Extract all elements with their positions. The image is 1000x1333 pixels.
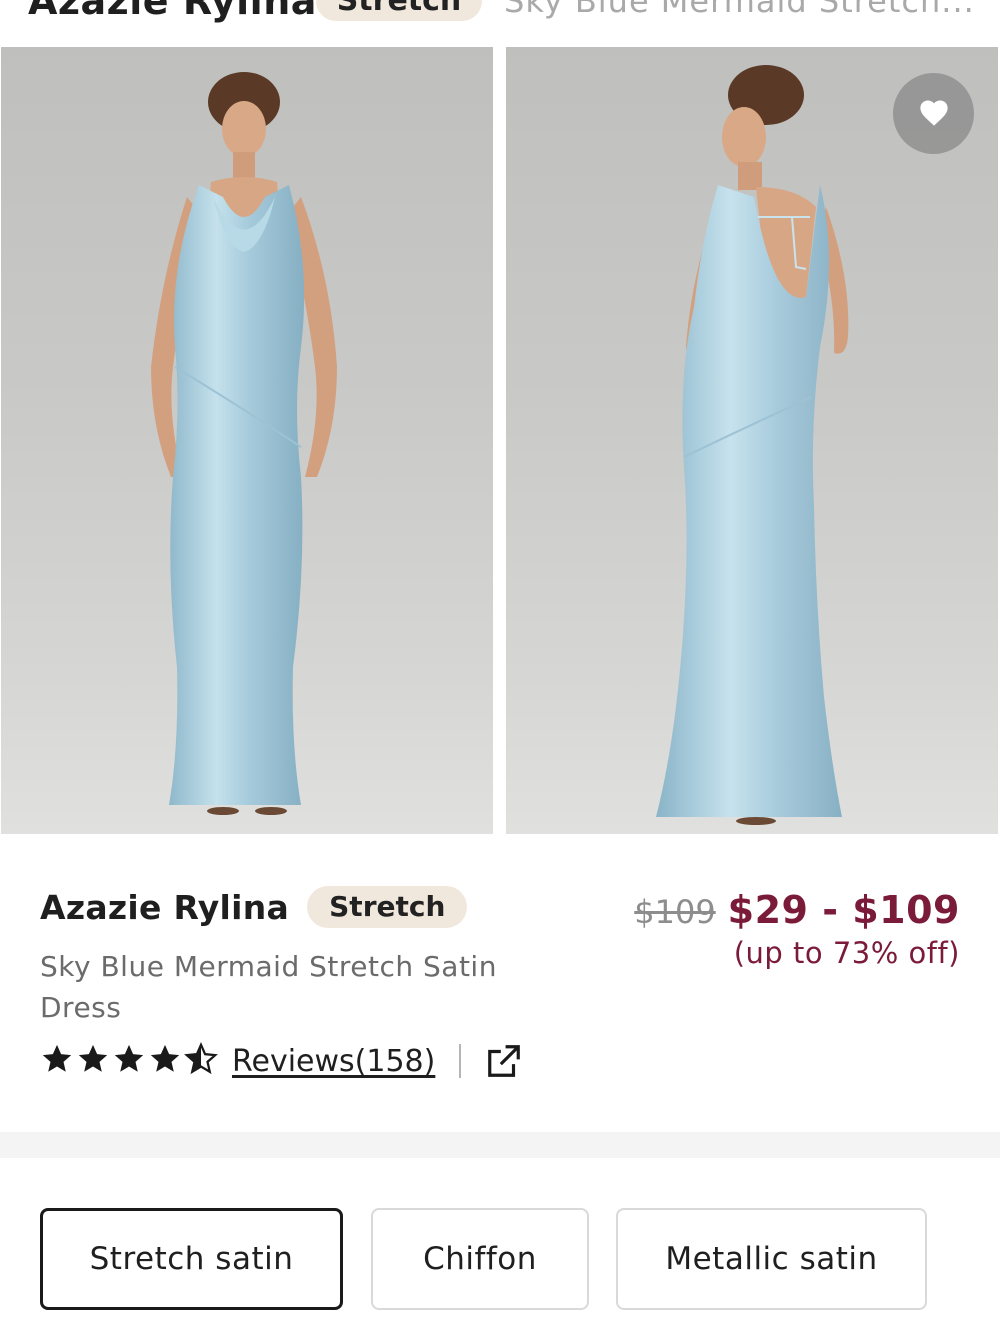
sticky-header: Azazie Rylina Stretch Sky Blue Mermaid S… bbox=[0, 0, 1000, 24]
reviews-link[interactable]: Reviews(158) bbox=[232, 1044, 435, 1079]
fabric-options: Stretch satin Chiffon Metallic satin bbox=[0, 1208, 1000, 1310]
star-full-icon bbox=[112, 1042, 148, 1080]
discount-label: (up to 73% off) bbox=[733, 936, 960, 970]
share-external-icon[interactable] bbox=[485, 1042, 523, 1080]
product-brand-name: Azazie Rylina bbox=[40, 887, 290, 927]
fabric-option-label: Stretch satin bbox=[89, 1241, 294, 1277]
star-half-icon bbox=[184, 1042, 220, 1080]
fabric-option-stretch-satin[interactable]: Stretch satin bbox=[40, 1208, 343, 1310]
divider bbox=[459, 1044, 462, 1078]
section-divider bbox=[0, 1132, 1000, 1158]
fabric-option-chiffon[interactable]: Chiffon bbox=[371, 1208, 589, 1310]
sticky-subtitle: Sky Blue Mermaid Stretch... bbox=[504, 0, 975, 20]
sale-price-range: $29 - $109 bbox=[727, 888, 960, 932]
sticky-stretch-badge: Stretch bbox=[316, 0, 482, 21]
fabric-option-label: Metallic satin bbox=[665, 1241, 878, 1277]
star-full-icon bbox=[148, 1042, 184, 1080]
heart-icon bbox=[917, 97, 951, 131]
rating-row: Reviews(158) bbox=[40, 1037, 523, 1085]
dress-photo-front[interactable] bbox=[1, 47, 493, 834]
star-rating bbox=[40, 1042, 220, 1080]
fabric-option-metallic-satin[interactable]: Metallic satin bbox=[616, 1208, 927, 1310]
sticky-brand-name: Azazie Rylina bbox=[28, 0, 317, 23]
original-price: $109 bbox=[634, 893, 716, 931]
product-page: Azazie Rylina Stretch Sky Blue Mermaid S… bbox=[0, 0, 1000, 1333]
star-full-icon bbox=[76, 1042, 112, 1080]
product-gallery[interactable] bbox=[0, 47, 1000, 834]
price-block: $109 $29 - $109 (up to 73% off) bbox=[634, 888, 960, 970]
dress-photo-back[interactable] bbox=[506, 47, 998, 834]
star-full-icon bbox=[40, 1042, 76, 1080]
product-subtitle: Sky Blue Mermaid Stretch Satin Dress bbox=[40, 950, 497, 1024]
wishlist-button[interactable] bbox=[893, 73, 974, 154]
stretch-badge: Stretch bbox=[307, 886, 468, 928]
fabric-option-label: Chiffon bbox=[423, 1241, 537, 1277]
product-title-row: Azazie Rylina Stretch bbox=[40, 886, 468, 928]
